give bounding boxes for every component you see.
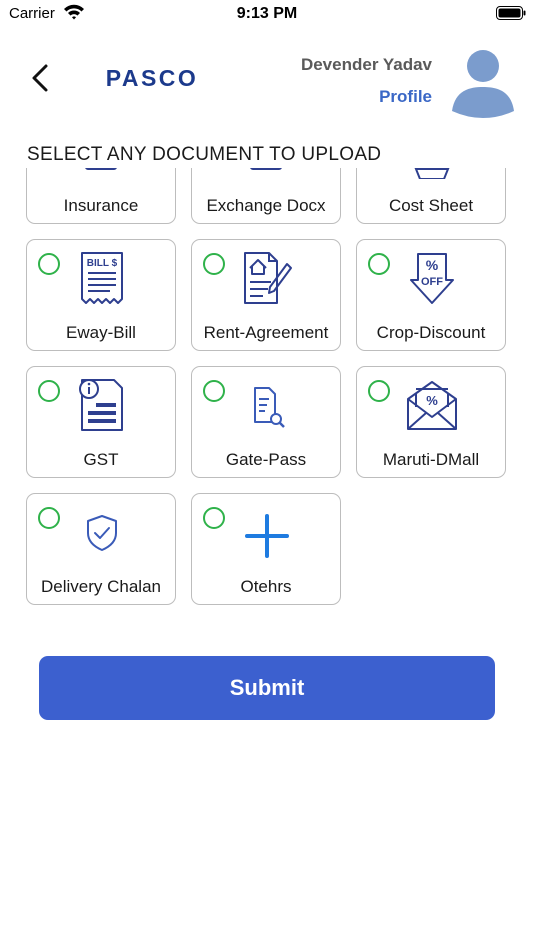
exchange-icon (250, 168, 282, 170)
battery-icon (496, 6, 526, 20)
insurance-icon (85, 168, 117, 170)
document-tile-others[interactable]: Otehrs (191, 493, 341, 605)
clock-time: 9:13 PM (236, 5, 298, 22)
radio-button[interactable] (203, 507, 225, 529)
radio-button[interactable] (203, 253, 225, 275)
radio-button[interactable] (368, 380, 390, 402)
document-label: Otehrs (240, 577, 292, 596)
house-document-pen-icon (244, 252, 292, 304)
document-tile-maruti-dmall[interactable]: % Maruti-DMall (356, 366, 506, 478)
document-label: Exchange Docx (206, 196, 326, 215)
radio-button[interactable] (38, 380, 60, 402)
document-label: Rent-Agreement (203, 323, 329, 342)
percent-off-tag-icon: % OFF (410, 253, 454, 304)
svg-text:OFF: OFF (421, 276, 443, 288)
document-tile-delivery-chalan[interactable]: Delivery Chalan (26, 493, 176, 605)
percent-envelope-icon: % (407, 381, 457, 430)
document-label: Maruti-DMall (382, 450, 480, 469)
radio-button[interactable] (38, 253, 60, 275)
status-bar: Carrier 9:13 PM (0, 0, 534, 30)
section-title: SELECT ANY DOCUMENT TO UPLOAD (27, 144, 382, 165)
svg-text:%: % (426, 393, 438, 408)
document-label: Delivery Chalan (41, 577, 161, 596)
document-label: Eway-Bill (66, 323, 136, 342)
submit-button[interactable]: Submit (39, 656, 495, 720)
company-logo: PASCO (106, 65, 199, 91)
user-name: Devender Yadav (300, 55, 432, 74)
document-label: Cost Sheet (388, 196, 474, 215)
profile-link[interactable]: Profile (379, 87, 432, 107)
document-tile-gate-pass[interactable]: Gate-Pass (191, 366, 341, 478)
avatar-icon[interactable] (452, 48, 514, 118)
info-document-icon (79, 379, 123, 431)
shield-check-icon (87, 515, 117, 551)
document-grid-scroll[interactable]: Insurance Exchange Docx Cost Sheet BILL … (0, 168, 534, 618)
document-label: Gate-Pass (225, 450, 307, 469)
svg-text:%: % (426, 257, 439, 273)
logo-text: PASCO (106, 65, 199, 91)
document-tile-crop-discount[interactable]: % OFF Crop-Discount (356, 239, 506, 351)
svg-text:BILL $: BILL $ (87, 258, 118, 269)
radio-button[interactable] (203, 380, 225, 402)
back-chevron-icon[interactable] (28, 62, 52, 94)
document-tile-rent-agreement[interactable]: Rent-Agreement (191, 239, 341, 351)
radio-button[interactable] (368, 253, 390, 275)
document-tile-exchange-docx[interactable]: Exchange Docx (191, 168, 341, 224)
plus-icon (245, 514, 289, 558)
document-search-icon (254, 387, 285, 428)
cost-sheet-icon (414, 168, 450, 179)
document-tile-insurance[interactable]: Insurance (26, 168, 176, 224)
document-label: GST (83, 450, 119, 469)
bill-receipt-icon: BILL $ (81, 252, 123, 304)
document-label: Insurance (63, 196, 139, 215)
document-tile-cost-sheet[interactable]: Cost Sheet (356, 168, 506, 224)
document-label: Crop-Discount (376, 323, 486, 342)
radio-button[interactable] (38, 507, 60, 529)
document-tile-gst[interactable]: GST (26, 366, 176, 478)
document-tile-eway-bill[interactable]: BILL $ Eway-Bill (26, 239, 176, 351)
